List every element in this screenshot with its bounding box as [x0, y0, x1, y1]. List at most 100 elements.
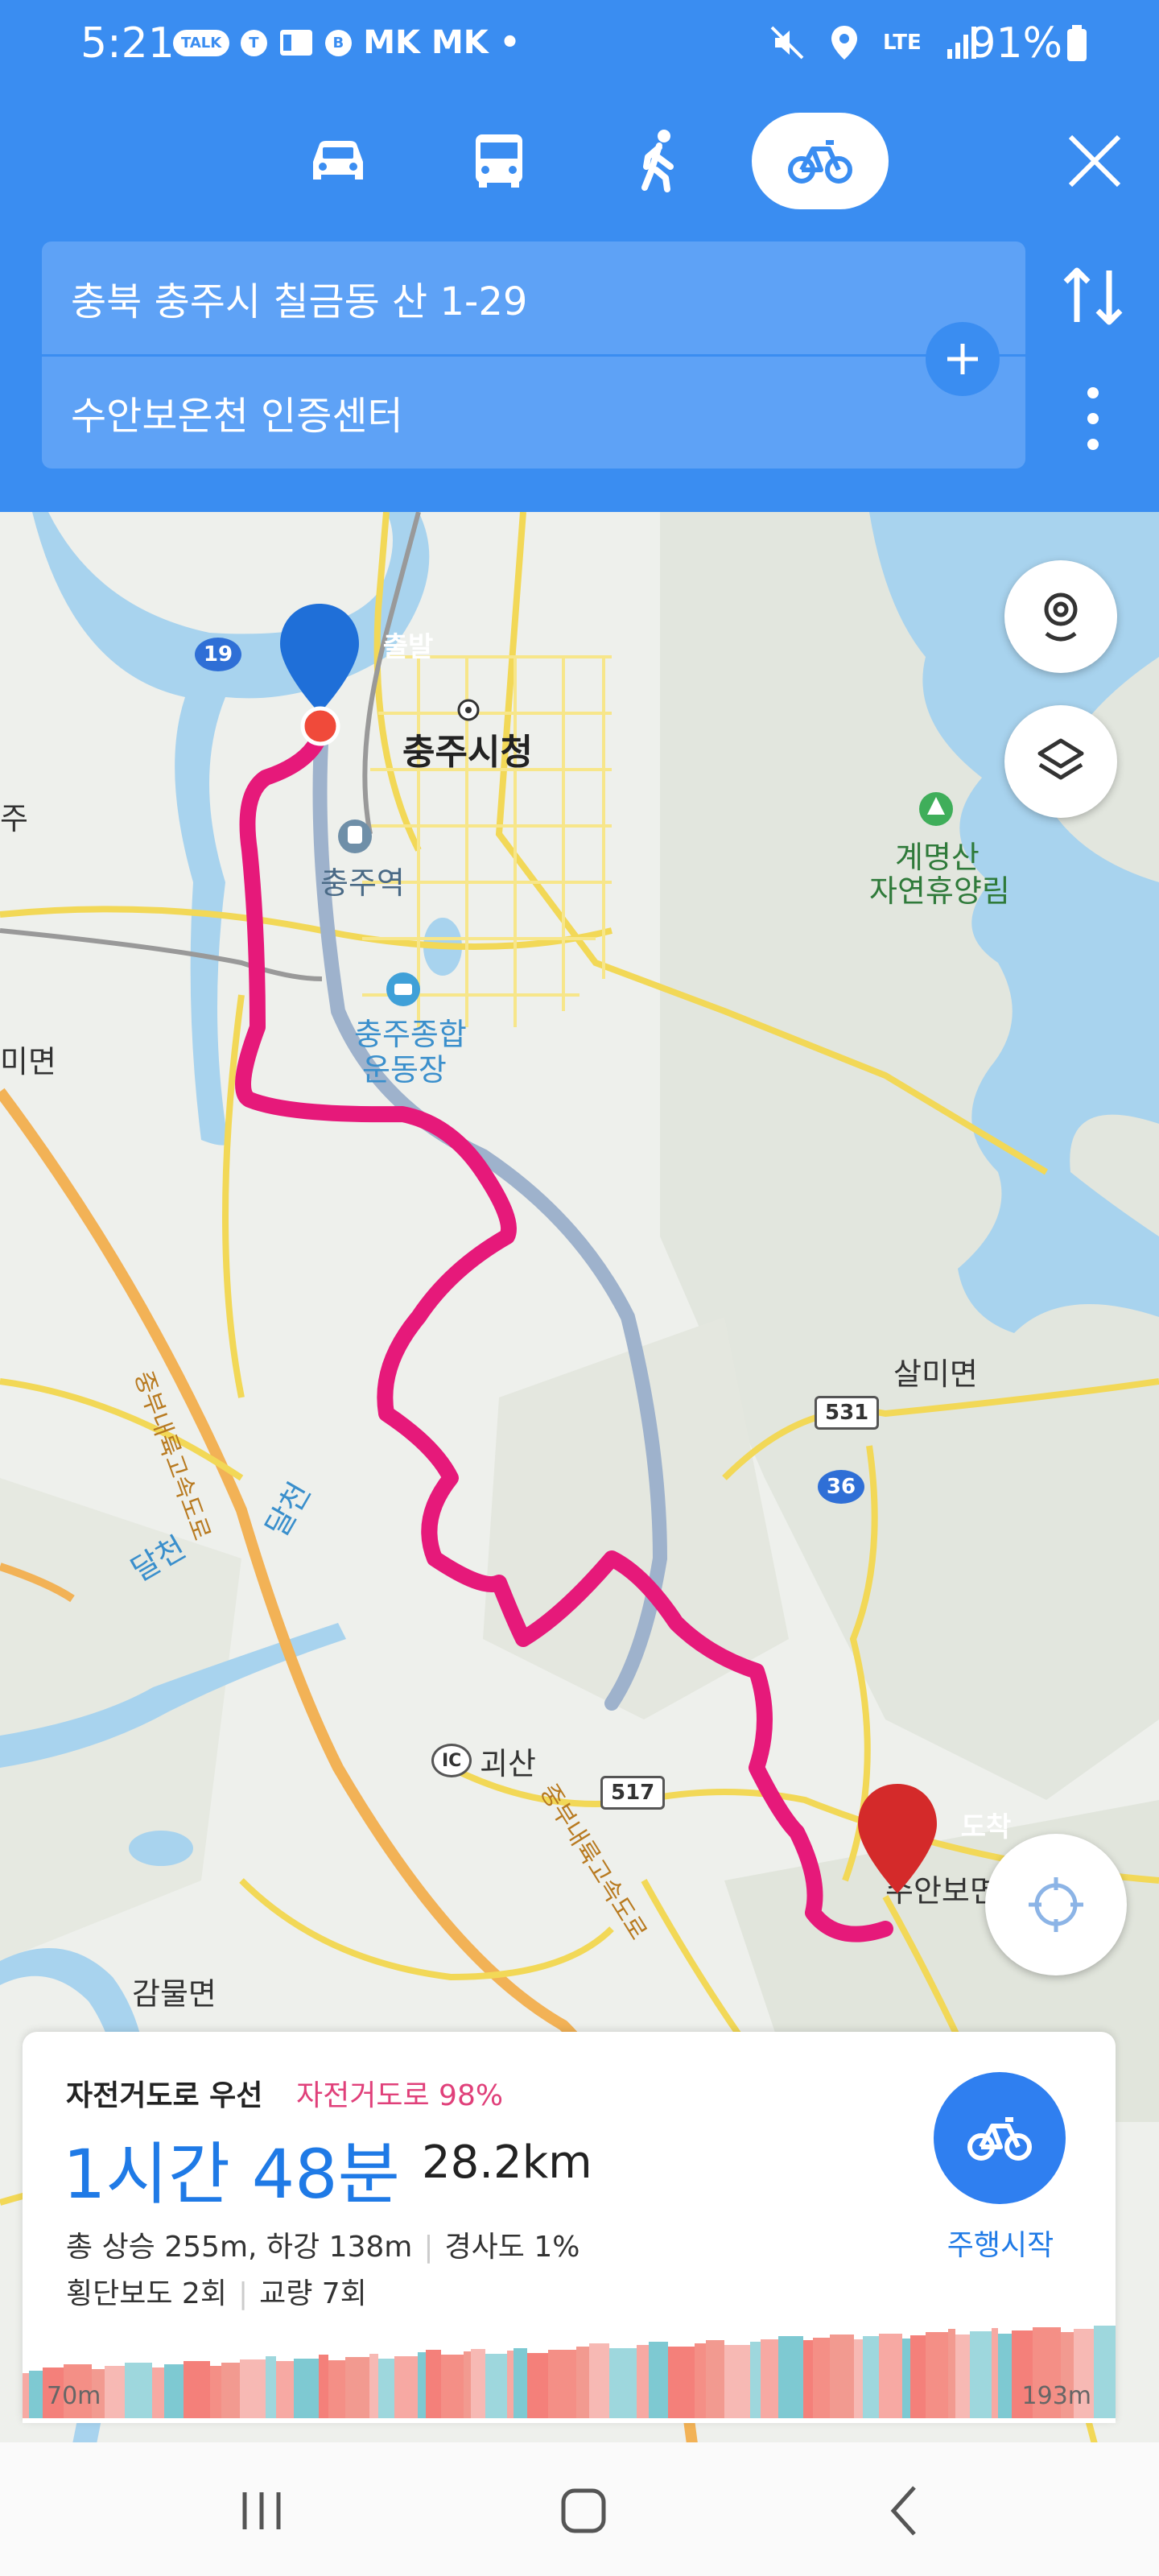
label-chungju-city-hall: 충주시청: [402, 732, 533, 773]
route-inputs: 충북 충주시 칠금동 산 1-29 수안보온천 인증센터: [42, 242, 1025, 469]
elevation-info: 총 상승 255m, 하강 138m | 경사도 1%: [66, 2223, 580, 2265]
elevation-segment: [761, 2339, 778, 2418]
elevation-segment: [221, 2363, 240, 2418]
slope-info: 경사도 1%: [444, 2231, 580, 2264]
elevation-segment: [527, 2353, 548, 2418]
elevation-segment: [319, 2355, 328, 2418]
bridge-count: 교량 7회: [259, 2277, 367, 2310]
bike-road-ratio: 자전거도로 98%: [296, 2079, 504, 2112]
tab-bus[interactable]: [431, 113, 567, 209]
plus-icon: [947, 344, 978, 374]
elevation-segment: [910, 2335, 926, 2418]
crosswalk-count: 횡단보도 2회: [66, 2277, 227, 2310]
elevation-segment: [514, 2348, 527, 2418]
end-pin-label: 도착: [960, 1811, 1012, 1843]
status-system-icons: LTE: [769, 24, 980, 61]
elevation-segment: [955, 2334, 970, 2418]
street-view-button[interactable]: [1004, 560, 1117, 673]
layers-button[interactable]: [1004, 705, 1117, 818]
elevation-segment: [830, 2334, 854, 2418]
my-location-icon: [1029, 1877, 1083, 1932]
road-shield-517: 517: [600, 1776, 666, 1810]
my-location-button[interactable]: [985, 1834, 1127, 1975]
car-icon: [313, 141, 363, 180]
elevation-segment: [813, 2338, 830, 2418]
elevation-segment: [637, 2345, 649, 2418]
tab-bike[interactable]: [752, 113, 889, 209]
label-goesan: 괴산: [480, 1746, 536, 1781]
elevation-segment: [464, 2351, 471, 2418]
label-gammul: 감물면: [132, 1976, 217, 2012]
elevation-segment: [998, 2334, 1012, 2418]
elevation-segment: [441, 2355, 464, 2418]
destination-field[interactable]: 수안보온천 인증센터: [42, 356, 1025, 469]
recent-apps-icon[interactable]: [225, 2475, 298, 2547]
elevation-segment: [210, 2366, 221, 2418]
carrier-labels: MK MK: [363, 24, 489, 61]
elevation-start-label: 70m: [47, 2382, 101, 2410]
elevation-profile: 70m 193m: [23, 2318, 1116, 2418]
start-riding-button[interactable]: [934, 2072, 1066, 2204]
separator: |: [237, 2277, 249, 2310]
more-options-icon[interactable]: [1070, 378, 1116, 459]
elevation-segment: [970, 2331, 992, 2418]
label-stadium-line2: 운동장: [362, 1052, 447, 1088]
label-salmi: 살미면: [893, 1356, 978, 1392]
train-station-icon: [338, 819, 372, 853]
label-left-edge: 미면: [0, 1044, 56, 1080]
road-shield-19: 19: [195, 638, 241, 671]
separator: |: [423, 2231, 434, 2264]
battery-level: 91%: [969, 19, 1088, 68]
label-left-edge2: 주: [0, 801, 28, 836]
elevation-segment: [695, 2343, 706, 2418]
elevation-segment: [240, 2359, 266, 2418]
elevation-segment: [426, 2350, 441, 2418]
elevation-segment: [649, 2342, 668, 2418]
current-position-dot: [300, 706, 340, 746]
end-pin[interactable]: 도착: [853, 1781, 1011, 1909]
tab-walk[interactable]: [592, 113, 728, 209]
elevation-segment: [345, 2357, 369, 2418]
crossing-info: 횡단보도 2회 | 교량 7회: [66, 2270, 367, 2312]
elevation-segment: [164, 2364, 184, 2418]
elevation-segment: [724, 2345, 750, 2418]
mute-icon: [770, 26, 804, 60]
close-icon[interactable]: [1062, 129, 1127, 193]
status-time: 5:21: [80, 19, 175, 68]
elevation-gain-loss: 총 상승 255m, 하강 138m: [66, 2231, 413, 2264]
card-icon: [279, 30, 312, 56]
back-icon[interactable]: [869, 2475, 942, 2547]
route-duration: 1시간 48분: [63, 2135, 400, 2214]
stadium-icon: [386, 972, 420, 1006]
transport-mode-tabs: [0, 113, 1159, 209]
elevation-segment: [378, 2359, 394, 2418]
start-pin-label: 출발: [382, 631, 434, 663]
ic-badge: IC: [431, 1744, 472, 1777]
city-hall-icon: [457, 699, 480, 721]
elevation-segment: [879, 2334, 902, 2418]
elevation-segment: [418, 2352, 426, 2418]
end-marker-icon: [858, 1784, 937, 1893]
elevation-segment: [294, 2359, 319, 2418]
lte-icon: LTE: [883, 31, 922, 55]
b-app-icon: B: [324, 29, 353, 56]
status-notifications: TALK T B MK MK •: [173, 24, 520, 61]
elevation-segment: [152, 2368, 164, 2418]
origin-field[interactable]: 충북 충주시 칠금동 산 1-29: [42, 242, 1025, 354]
home-icon[interactable]: [547, 2475, 620, 2547]
status-bar: 5:21 TALK T B MK MK • LTE 91%: [0, 0, 1159, 97]
elevation-end-label: 193m: [1021, 2382, 1091, 2410]
elevation-segment: [485, 2354, 507, 2418]
tab-car[interactable]: [270, 113, 406, 209]
walk-icon: [641, 130, 674, 192]
battery-icon: [1067, 25, 1087, 61]
swap-icon[interactable]: [1054, 258, 1132, 335]
elevation-segment: [803, 2340, 813, 2418]
route-header: 5:21 TALK T B MK MK • LTE 91% 충북 충주시 칠금동…: [0, 0, 1159, 512]
label-forest-line2: 자연휴양림: [869, 873, 1010, 909]
kakaotalk-icon: TALK: [173, 29, 230, 56]
elevation-segment: [23, 2373, 29, 2418]
elevation-segment: [750, 2342, 761, 2418]
elevation-segment: [394, 2356, 418, 2418]
add-waypoint-button[interactable]: [926, 322, 1000, 396]
